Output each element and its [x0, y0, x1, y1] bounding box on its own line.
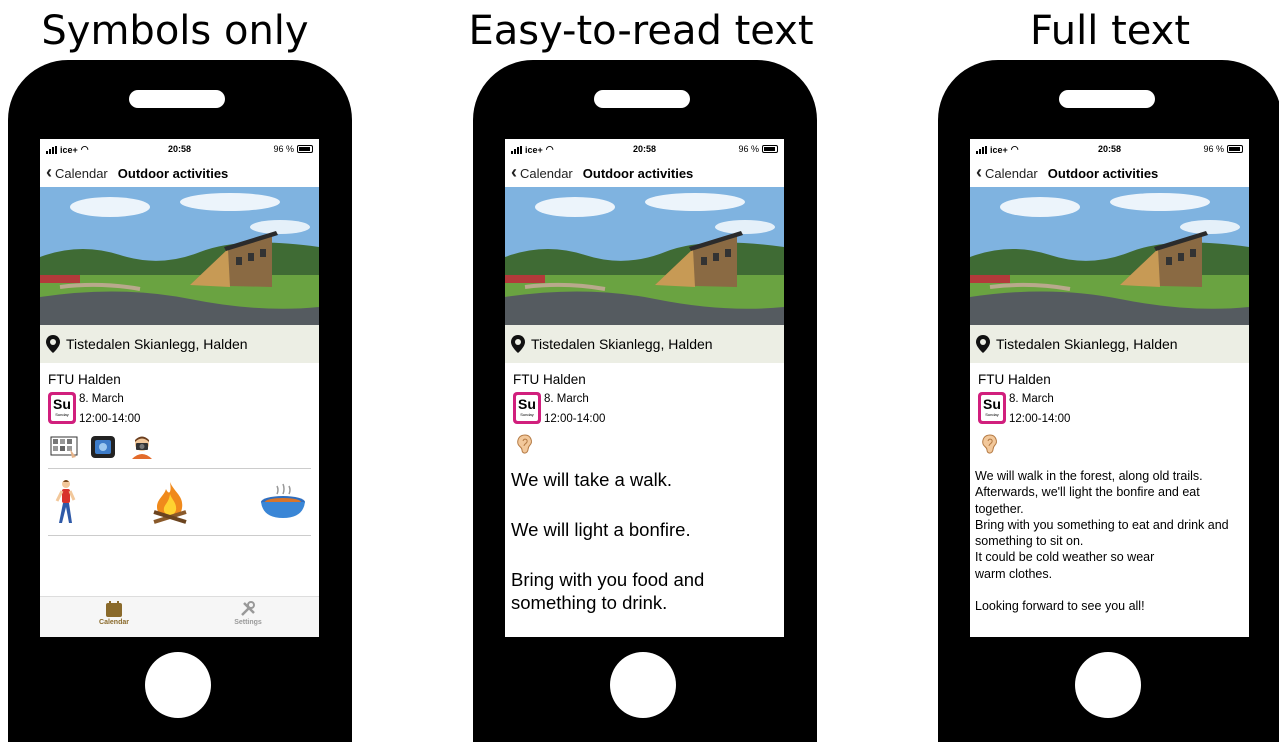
tab-calendar[interactable]: Calendar [74, 601, 154, 626]
status-bar: ice+ ◠ 20:58 96 % [970, 139, 1249, 159]
home-button[interactable] [1075, 652, 1141, 718]
map-pin-icon [46, 335, 60, 353]
calendar-tab-icon [106, 601, 122, 617]
column-title-easy: Easy-to-read text [468, 8, 814, 54]
organizer-name: FTU Halden [48, 372, 121, 387]
event-date: Su Sunday 8. March 12:00-14:00 [513, 392, 784, 426]
event-date-text: 8. March [544, 393, 589, 405]
navigation-bar: ‹ Calendar Outdoor activities [505, 159, 784, 187]
event-date: Su Sunday 8. March 12:00-14:00 [48, 392, 319, 426]
page-title: Outdoor activities [582, 165, 694, 181]
full-line: Looking forward to see you all! [975, 599, 1145, 614]
page-title: Outdoor activities [1047, 165, 1159, 181]
navigation-bar: ‹ Calendar Outdoor activities [40, 159, 319, 187]
event-date: Su Sunday 8. March 12:00-14:00 [978, 392, 1249, 426]
calendar-day-icon: Su Sunday [978, 392, 1006, 424]
status-bar: ice+ ◠ 20:58 96 % [40, 139, 319, 159]
tab-bar: Calendar Settings [40, 596, 319, 637]
back-label: Calendar [520, 165, 573, 181]
event-photo [970, 187, 1249, 325]
calendar-day-icon: Su Sunday [48, 392, 76, 424]
battery-percent: 96 % [1203, 144, 1224, 154]
phone-screen: ice+ ◠ 20:58 96 % ‹ Calendar Outdoor activ… [505, 139, 784, 637]
full-line: We will walk in the forest, along old tr… [975, 469, 1203, 483]
walking-person-icon [55, 480, 76, 523]
event-time-text: 12:00-14:00 [79, 413, 141, 425]
column-title-symbols: Symbols only [41, 8, 309, 54]
location-label: Tistedalen Skianlegg, Halden [66, 336, 248, 352]
chevron-left-icon: ‹ [976, 162, 982, 182]
full-text-body: We will walk in the forest, along old tr… [975, 468, 1249, 614]
phone-easy-to-read: ice+ ◠ 20:58 96 % ‹ Calendar Outdoor activ… [473, 60, 817, 742]
event-date-text: 8. March [79, 393, 124, 405]
phone-symbols-only: ice+ ◠ 20:58 96 % ‹ Calendar Outdoor activ… [8, 60, 352, 742]
soup-bowl-icon [261, 483, 305, 518]
phone-screen: ice+ ◠ 20:58 96 % ‹ Calendar Outdoor activ… [40, 139, 319, 637]
phone-full-text: ice+ ◠ 20:58 96 % ‹ Calendar Outdoor activ… [938, 60, 1279, 742]
easy-line: We will take a walk. [511, 469, 673, 490]
phone-screen: ice+ ◠ 20:58 96 % ‹ Calendar Outdoor activ… [970, 139, 1249, 637]
symbol-icons-row [50, 434, 319, 460]
bonfire-icon [152, 482, 187, 524]
map-pin-icon [976, 335, 990, 353]
back-button[interactable]: ‹ Calendar [511, 162, 573, 182]
map-pin-icon [511, 335, 525, 353]
activity-symbols-row [48, 468, 311, 536]
tab-settings-label: Settings [234, 619, 262, 626]
full-line: Bring with you something to eat and drin… [975, 517, 1229, 549]
battery-percent: 96 % [738, 144, 759, 154]
back-button[interactable]: ‹ Calendar [46, 162, 108, 182]
full-line: Afterwards, we'll light the bonfire and … [975, 485, 1200, 516]
back-button[interactable]: ‹ Calendar [976, 162, 1038, 182]
organizer-name: FTU Halden [978, 372, 1051, 387]
event-photo [505, 187, 784, 325]
phone-speaker [129, 90, 225, 108]
tab-calendar-label: Calendar [99, 619, 129, 626]
navigation-bar: ‹ Calendar Outdoor activities [970, 159, 1249, 187]
phone-speaker [1059, 90, 1155, 108]
event-time-text: 12:00-14:00 [1009, 413, 1071, 425]
easy-line: Bring with you food and something to dri… [511, 569, 705, 613]
back-label: Calendar [985, 165, 1038, 181]
location-bar[interactable]: Tistedalen Skianlegg, Halden [40, 325, 319, 363]
battery-icon [1227, 145, 1243, 153]
photographer-icon[interactable] [128, 435, 156, 459]
battery-percent: 96 % [273, 144, 294, 154]
listen-ear-icon[interactable] [980, 433, 1249, 460]
page-title: Outdoor activities [117, 165, 229, 181]
event-date-text: 8. March [1009, 393, 1054, 405]
phone-speaker [594, 90, 690, 108]
battery-icon [762, 145, 778, 153]
home-button[interactable] [145, 652, 211, 718]
back-label: Calendar [55, 165, 108, 181]
easy-read-text: We will take a walk. We will light a bon… [511, 468, 784, 614]
easy-line: We will light a bonfire. [511, 519, 691, 540]
location-label: Tistedalen Skianlegg, Halden [531, 336, 713, 352]
chevron-left-icon: ‹ [511, 162, 517, 182]
battery-icon [297, 145, 313, 153]
event-time-text: 12:00-14:00 [544, 413, 606, 425]
location-bar[interactable]: Tistedalen Skianlegg, Halden [505, 325, 784, 363]
event-photo [40, 187, 319, 325]
home-button[interactable] [610, 652, 676, 718]
tab-settings[interactable]: Settings [208, 601, 288, 626]
tools-icon [241, 601, 255, 616]
status-bar: ice+ ◠ 20:58 96 % [505, 139, 784, 159]
calendar-day-icon: Su Sunday [513, 392, 541, 424]
column-title-full: Full text [1029, 8, 1191, 54]
listen-ear-icon[interactable] [515, 433, 784, 460]
location-bar[interactable]: Tistedalen Skianlegg, Halden [970, 325, 1249, 363]
location-label: Tistedalen Skianlegg, Halden [996, 336, 1178, 352]
chevron-left-icon: ‹ [46, 162, 52, 182]
tablet-app-icon[interactable] [90, 435, 116, 459]
organizer-name: FTU Halden [513, 372, 586, 387]
symbol-board-icon[interactable] [50, 435, 78, 459]
full-line: It could be cold weather so wear warm cl… [975, 550, 1155, 581]
